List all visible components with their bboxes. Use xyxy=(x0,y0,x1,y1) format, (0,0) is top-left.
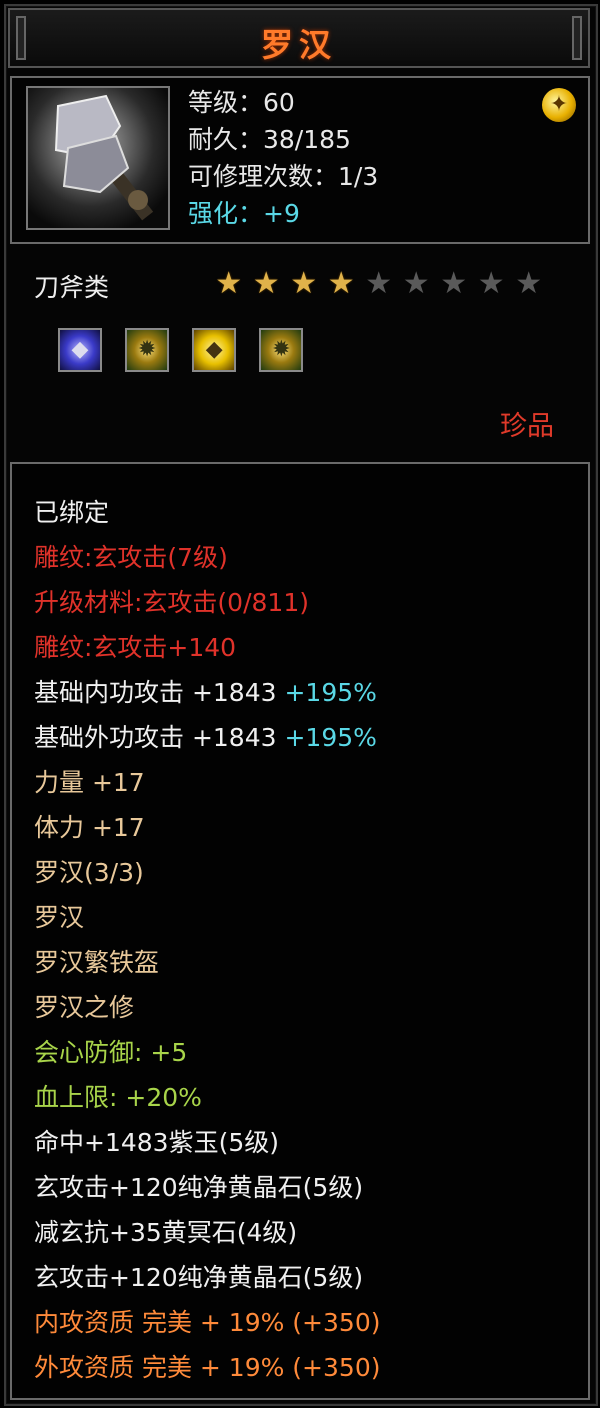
rarity-label: 珍品 xyxy=(500,411,554,442)
attribute-text: 雕纹:玄攻击(7级) xyxy=(34,543,228,572)
blue-gem-icon[interactable]: ◆ xyxy=(58,328,102,372)
attribute-text: 会心防御: +5 xyxy=(34,1038,188,1067)
attribute-text: +195% xyxy=(284,678,377,707)
attribute-line: 升级材料:玄攻击(0/811) xyxy=(34,580,380,625)
attribute-text: 血上限: +20% xyxy=(34,1083,202,1112)
stat-repairs: 可修理次数：1/3 xyxy=(188,162,379,191)
item-category: 刀斧类 xyxy=(34,273,110,302)
attribute-text: 力量 +17 xyxy=(34,768,145,797)
attribute-line: 雕纹:玄攻击(7级) xyxy=(34,535,380,580)
attribute-text: 玄攻击+120纯净黄晶石(5级) xyxy=(34,1173,364,1202)
attribute-line: 力量 +17 xyxy=(34,760,380,805)
star-filled-icon: ★ xyxy=(215,266,243,301)
attribute-text: 罗汉(3/3) xyxy=(34,858,144,887)
attribute-text: 罗汉 xyxy=(34,903,85,932)
attribute-text: 玄攻击+120纯净黄晶石(5级) xyxy=(34,1263,364,1292)
attribute-text: 基础内功攻击 +1843 xyxy=(34,678,285,707)
attribute-line: 已绑定 xyxy=(34,490,380,535)
yellow-crystal-icon[interactable]: ✹ xyxy=(259,328,304,372)
star-filled-icon: ★ xyxy=(327,266,355,301)
attribute-line: 玄攻击+120纯净黄晶石(5级) xyxy=(34,1165,380,1210)
attribute-text: 已绑定 xyxy=(34,498,110,527)
star-empty-icon: ★ xyxy=(402,266,430,301)
axe-weapon-icon xyxy=(26,86,170,230)
attribute-line: 外攻资质 完美 + 19% (+350) xyxy=(34,1345,380,1390)
gem-slots: ◆ ✹ ◆ ✹ xyxy=(58,328,321,372)
gold-gem-icon[interactable]: ◆ xyxy=(192,328,237,372)
star-rating: ★ ★ ★ ★ ★ ★ ★ ★ ★ xyxy=(210,266,548,301)
attribute-line: 罗汉繁铁盔 xyxy=(34,940,380,985)
attribute-text: 内攻资质 完美 + 19% (+350) xyxy=(34,1308,381,1337)
title-bar: 罗汉 xyxy=(8,8,590,68)
item-summary-box: 等级：60 耐久：38/185 可修理次数：1/3 强化：+9 ✦ xyxy=(10,76,590,244)
stat-enhancement: 强化：+9 xyxy=(188,199,300,228)
star-filled-icon: ★ xyxy=(290,266,318,301)
attribute-text: 外攻资质 完美 + 19% (+350) xyxy=(34,1353,381,1382)
attribute-line: 罗汉 xyxy=(34,895,380,940)
attribute-text: +195% xyxy=(284,723,377,752)
attribute-text: 罗汉之修 xyxy=(34,993,135,1022)
attribute-line: 减玄抗+35黄冥石(4级) xyxy=(34,1210,380,1255)
attribute-line: 罗汉(3/3) xyxy=(34,850,380,895)
attribute-line: 命中+1483紫玉(5级) xyxy=(34,1120,380,1165)
item-stats: 等级：60 耐久：38/185 可修理次数：1/3 强化：+9 xyxy=(188,84,378,232)
attribute-text: 体力 +17 xyxy=(34,813,145,842)
yellow-crystal-icon[interactable]: ✹ xyxy=(125,328,170,372)
gold-coin-icon: ✦ xyxy=(542,88,576,122)
attributes-box: 已绑定雕纹:玄攻击(7级) 升级材料:玄攻击(0/811) 雕纹:玄攻击+140 基础… xyxy=(10,462,590,1400)
attribute-line: 玄攻击+120纯净黄晶石(5级) xyxy=(34,1255,380,1300)
attribute-line: 雕纹:玄攻击+140 xyxy=(34,625,380,670)
attribute-text: 减玄抗+35黄冥石(4级) xyxy=(34,1218,298,1247)
attribute-text: 雕纹:玄攻击+140 xyxy=(34,633,237,662)
attribute-text: 基础外功攻击 +1843 xyxy=(34,723,285,752)
attribute-line: 血上限: +20% xyxy=(34,1075,380,1120)
attribute-text: 升级材料:玄攻击(0/811) xyxy=(34,588,309,617)
star-filled-icon: ★ xyxy=(252,266,280,301)
star-empty-icon: ★ xyxy=(365,266,393,301)
attribute-line: 基础内功攻击 +1843 +195% xyxy=(34,670,380,715)
attribute-list: 已绑定雕纹:玄攻击(7级) 升级材料:玄攻击(0/811) 雕纹:玄攻击+140 基础… xyxy=(34,490,380,1390)
attribute-line: 会心防御: +5 xyxy=(34,1030,380,1075)
stat-level: 等级：60 xyxy=(188,88,295,117)
item-name: 罗汉 xyxy=(260,26,337,64)
star-empty-icon: ★ xyxy=(440,266,468,301)
attribute-line: 体力 +17 xyxy=(34,805,380,850)
stat-durability: 耐久：38/185 xyxy=(188,125,351,154)
star-empty-icon: ★ xyxy=(477,266,505,301)
attribute-line: 内攻资质 完美 + 19% (+350) xyxy=(34,1300,380,1345)
attribute-text: 命中+1483紫玉(5级) xyxy=(34,1128,279,1157)
attribute-text: 罗汉繁铁盔 xyxy=(34,948,160,977)
attribute-line: 罗汉之修 xyxy=(34,985,380,1030)
attribute-line: 基础外功攻击 +1843 +195% xyxy=(34,715,380,760)
star-empty-icon: ★ xyxy=(515,266,543,301)
